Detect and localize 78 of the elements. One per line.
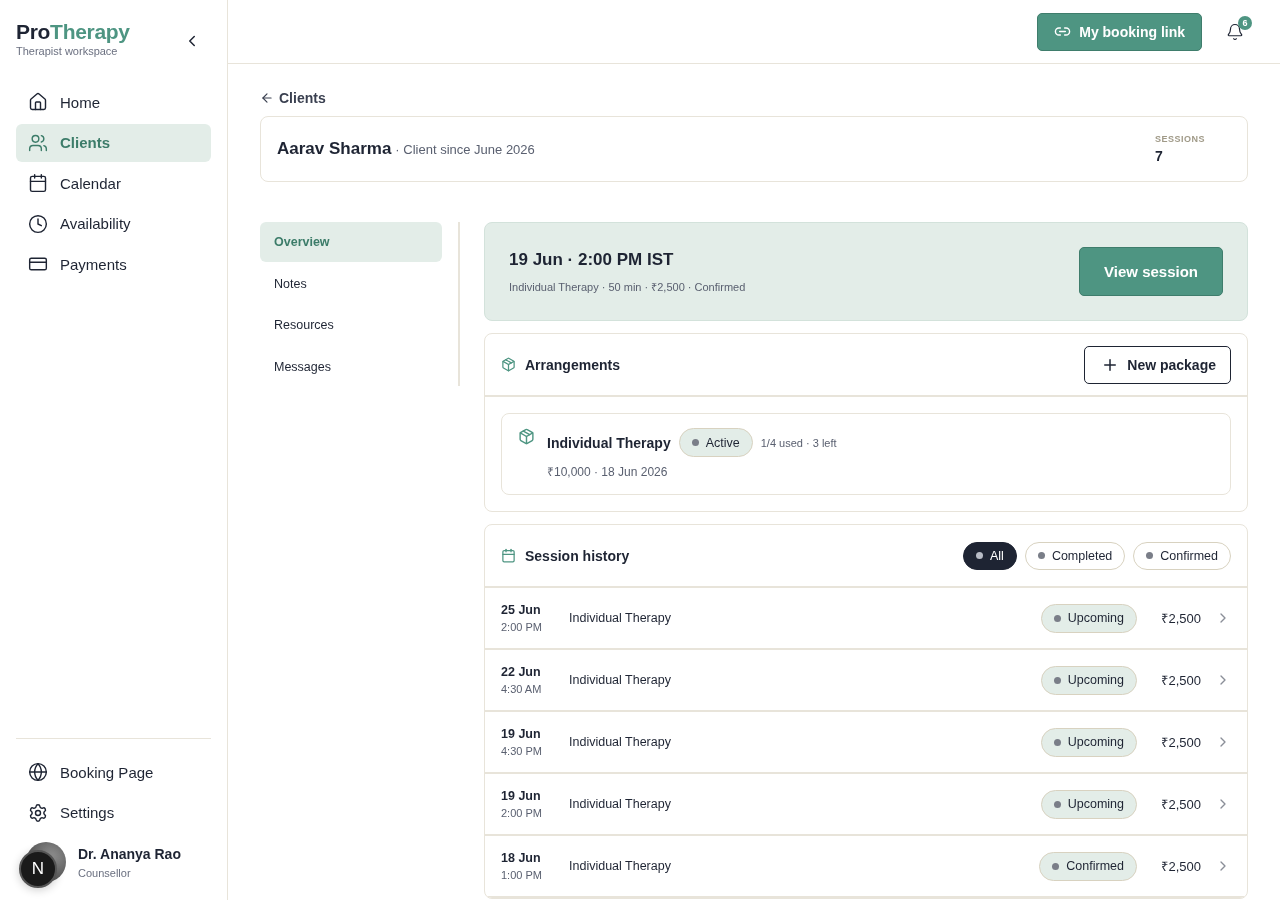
package-usage: 1/4 used · 3 left [760,436,837,449]
back-link[interactable]: Clients [260,90,1248,106]
calendar-icon [28,173,48,193]
sub-nav-tab[interactable]: Overview [260,222,442,262]
package-name: Individual Therapy [547,434,671,451]
session-date: 22 Jun [501,665,542,679]
user-role: Counsellor [78,866,132,879]
filter-chip[interactable]: Completed [1024,541,1126,570]
session-details: Individual Therapy · 50 min · ₹2,500 · Confirmed [509,279,746,294]
session-row[interactable]: 19 Jun 4:30 PM Individual Therapy Upcoming ₹2,500 [485,712,1247,774]
booking-link-button[interactable]: My booking link [1037,12,1202,51]
session-row[interactable]: 22 Jun 4:30 AM Individual Therapy Upcoming ₹2,500 [485,650,1247,712]
nav-item[interactable]: Home [16,83,211,121]
client-since: · Client since June 2026 [395,142,535,157]
nav-item[interactable]: Settings [16,793,211,832]
brand-subtitle: Therapist workspace [16,45,119,57]
nav-item[interactable]: Clients [16,123,211,162]
clock-icon [28,213,48,234]
view-session-button[interactable]: View session [1079,247,1223,296]
package-icon [518,428,535,445]
session-price: ₹2,500 [1160,734,1201,751]
session-time: 1:00 PM [501,869,543,881]
status-pill: Upcoming [1040,789,1137,819]
session-price: ₹2,500 [1160,796,1201,813]
sub-nav-tab[interactable]: Notes [260,263,442,304]
status-pill: Upcoming [1040,727,1137,757]
nav-item[interactable]: Booking Page [16,753,211,791]
session-price: ₹2,500 [1160,672,1201,689]
session-type: Individual Therapy [569,673,672,687]
nav-item[interactable]: Payments [16,245,211,283]
status-pill: Upcoming [1040,665,1137,695]
session-type: Individual Therapy [569,611,672,625]
session-date: 19 Jun [501,727,542,741]
dev-badge[interactable]: N [19,850,57,888]
session-row[interactable]: 18 Jun 1:00 PM Individual Therapy Confirmed ₹2,500 [485,836,1247,898]
bell-icon[interactable] [1226,22,1244,41]
session-time: 4:30 PM [501,745,543,757]
session-time: 2:00 PM [501,807,543,819]
logo-text: Pro [16,20,51,44]
package-details: ₹10,000 · 18 Jun 2026 [547,464,669,480]
nav-item[interactable]: Availability [16,204,211,243]
session-row[interactable]: 25 Jun 2:00 PM Individual Therapy Upcoming ₹2,500 [485,588,1247,650]
session-title: 19 Jun · 2:00 PM IST [509,249,675,270]
session-time: 4:30 AM [501,683,543,695]
session-row[interactable]: 19 Jun 2:00 PM Individual Therapy Upcoming ₹2,500 [485,774,1247,836]
session-price: ₹2,500 [1160,858,1201,875]
session-date: 25 Jun [501,603,542,617]
filter-chip[interactable]: All [962,541,1017,570]
package-icon [501,357,516,372]
logo-text: Therapy [50,20,130,44]
panel-title: Session history [525,547,630,564]
calendar-icon [501,548,516,563]
session-type: Individual Therapy [569,859,672,873]
sub-nav-tab[interactable]: Messages [260,346,442,387]
client-name: Aarav Sharma [277,139,392,158]
filter-chip[interactable]: Confirmed [1133,541,1231,570]
users-icon [28,132,48,153]
credit-card-icon [28,254,48,274]
session-type: Individual Therapy [569,797,672,811]
settings-icon [28,802,48,823]
session-type: Individual Therapy [569,735,672,749]
new-package-button[interactable]: New package [1084,345,1231,384]
nav-item[interactable]: Calendar [16,164,211,202]
sub-nav-tab[interactable]: Resources [260,305,442,345]
home-icon [28,92,48,112]
session-price: ₹2,500 [1160,610,1201,627]
user-name: Dr. Ananya Rao [78,845,181,862]
status-pill: Confirmed [1039,851,1137,881]
status-pill: Upcoming [1040,603,1137,633]
status-pill: Active [678,428,753,457]
stat-value: 7 [1155,148,1164,164]
session-date: 19 Jun [501,789,542,803]
session-date: 18 Jun [501,851,542,865]
stat-label: SESSIONS [1155,134,1205,144]
session-time: 2:00 PM [501,621,543,633]
panel-title: Arrangements [525,356,620,373]
globe-icon [28,762,48,782]
notification-count: 6 [1238,15,1252,30]
